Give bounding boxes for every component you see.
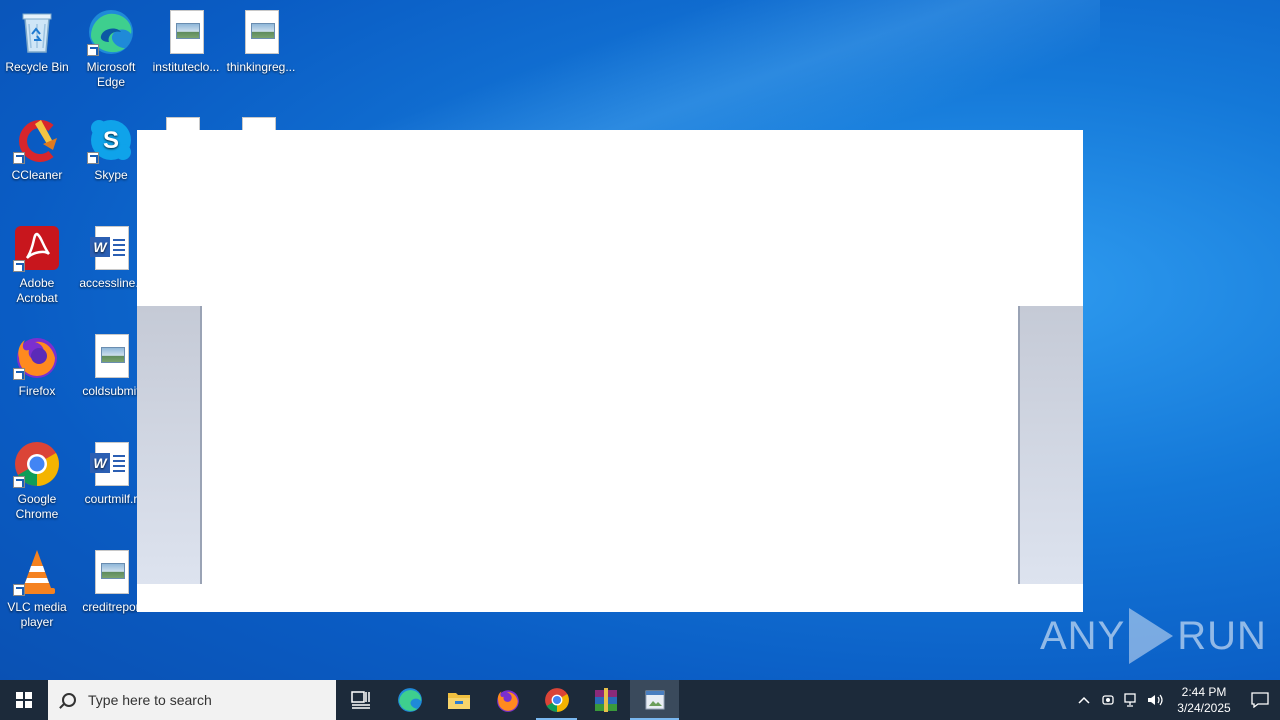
- desktop-icon-label: Recycle Bin: [5, 60, 69, 74]
- word-doc-icon: W: [87, 224, 135, 272]
- blank-app-window[interactable]: [137, 130, 1083, 612]
- taskbar-clock[interactable]: 2:44 PM 3/24/2025: [1168, 684, 1240, 716]
- clock-date: 3/24/2025: [1177, 701, 1231, 715]
- notification-icon: [1251, 692, 1269, 708]
- desktop-icon-recycle-bin[interactable]: Recycle Bin: [0, 8, 75, 75]
- recycle-bin-icon: [13, 8, 61, 56]
- anyrun-watermark: ANY RUN: [1040, 608, 1267, 664]
- action-center-button[interactable]: [1240, 680, 1280, 720]
- taskbar-file-explorer[interactable]: [434, 680, 483, 720]
- windows-logo-icon: [16, 692, 32, 708]
- folder-icon: [447, 693, 470, 709]
- desktop-icon-label: Adobe Acrobat: [16, 276, 58, 305]
- desktop-icon-label: Firefox: [18, 384, 56, 398]
- window-left-panel: [137, 306, 202, 584]
- taskbar-task-view[interactable]: [336, 680, 385, 720]
- word-doc-icon: W: [87, 440, 135, 488]
- tray-meet-now-icon[interactable]: [1096, 680, 1120, 720]
- desktop-icon-vlc[interactable]: VLC media player: [0, 548, 75, 630]
- watermark-text-right: RUN: [1177, 613, 1267, 658]
- watermark-text-left: ANY: [1040, 613, 1126, 658]
- ccleaner-icon: [13, 116, 61, 164]
- firefox-icon: [13, 332, 61, 380]
- winrar-icon: [594, 688, 617, 712]
- acrobat-icon: [13, 224, 61, 272]
- firefox-icon: [496, 690, 519, 712]
- window-right-panel: [1018, 306, 1083, 584]
- image-file-icon: [162, 8, 210, 56]
- image-viewer-icon: [645, 690, 664, 710]
- desktop-icon-thinkingreg[interactable]: thinkingreg...: [223, 8, 299, 75]
- vlc-icon: [13, 548, 61, 596]
- desktop-icon-label: Microsoft Edge: [86, 60, 136, 89]
- hidden-desktop-icon: [166, 117, 200, 131]
- desktop-icon-adobe-acrobat[interactable]: Adobe Acrobat: [0, 224, 75, 306]
- skype-icon: S: [87, 116, 135, 164]
- image-file-icon: [87, 332, 135, 380]
- edge-icon: [87, 8, 135, 56]
- desktop-icon-label: VLC media player: [7, 600, 67, 629]
- search-icon: [62, 693, 76, 707]
- desktop-icon-label: Google Chrome: [15, 492, 59, 521]
- desktop-icon-firefox[interactable]: Firefox: [0, 332, 75, 399]
- taskbar-firefox[interactable]: [483, 680, 532, 720]
- image-file-icon: [87, 548, 135, 596]
- search-box[interactable]: Type here to search: [48, 680, 336, 720]
- search-placeholder: Type here to search: [88, 692, 212, 708]
- taskbar: Type here to search 2:44 PM 3/24/2025: [0, 680, 1280, 720]
- tray-volume-icon[interactable]: [1144, 680, 1168, 720]
- desktop-icon-microsoft-edge[interactable]: Microsoft Edge: [73, 8, 149, 90]
- edge-icon: [397, 688, 422, 712]
- desktop-icon-label: instituteclo...: [152, 60, 220, 74]
- taskbar-image-viewer[interactable]: [630, 680, 679, 720]
- chrome-icon: [544, 688, 569, 712]
- system-tray: 2:44 PM 3/24/2025: [1072, 680, 1280, 720]
- desktop-icon-label: thinkingreg...: [226, 60, 296, 74]
- taskbar-edge[interactable]: [385, 680, 434, 720]
- task-view-icon: [350, 691, 370, 709]
- desktop-icon-label: CCleaner: [11, 168, 63, 182]
- play-icon: [1129, 608, 1174, 664]
- start-button[interactable]: [0, 680, 48, 720]
- desktop-icon-instituteclo[interactable]: instituteclo...: [148, 8, 224, 75]
- desktop-icon-ccleaner[interactable]: CCleaner: [0, 116, 75, 183]
- desktop-icon-google-chrome[interactable]: Google Chrome: [0, 440, 75, 522]
- tray-network-icon[interactable]: [1120, 680, 1144, 720]
- tray-chevron-up-icon[interactable]: [1072, 680, 1096, 720]
- svg-text:S: S: [103, 127, 119, 154]
- taskbar-chrome[interactable]: [532, 680, 581, 720]
- taskbar-winrar[interactable]: [581, 680, 630, 720]
- clock-time: 2:44 PM: [1181, 685, 1227, 699]
- chrome-icon: [13, 440, 61, 488]
- hidden-desktop-icon: [242, 117, 276, 131]
- image-file-icon: [237, 8, 285, 56]
